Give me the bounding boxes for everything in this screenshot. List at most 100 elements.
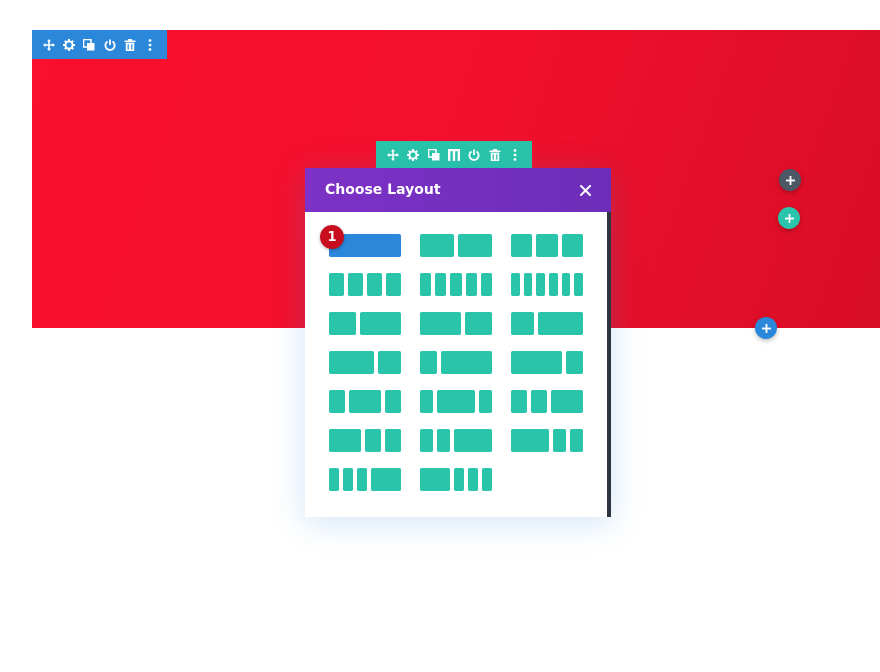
layout-column [536, 234, 558, 257]
layout-column [357, 468, 367, 491]
layout-column [371, 468, 401, 491]
section-toolbar [32, 30, 167, 59]
layout-column [329, 351, 375, 374]
layout-column [511, 429, 550, 452]
layout-option-four-columns[interactable] [329, 273, 401, 296]
layout-column [511, 312, 534, 335]
layout-column [453, 429, 492, 452]
modal-title: Choose Layout [325, 182, 441, 198]
close-icon [579, 184, 591, 196]
layout-option-fifth-three-fifths-fifth[interactable] [420, 390, 492, 413]
layout-column [482, 468, 492, 491]
layout-column [420, 468, 450, 491]
close-button[interactable] [577, 182, 593, 198]
plus-icon [761, 323, 771, 333]
layout-column [420, 312, 461, 335]
layout-column [343, 468, 353, 491]
layout-column [436, 390, 476, 413]
layout-option-one-quarter-three-quarters[interactable] [420, 351, 492, 374]
more-options-icon[interactable] [508, 147, 523, 164]
columns-layout-icon[interactable] [446, 147, 461, 164]
layout-column [420, 273, 432, 296]
layout-column [420, 351, 437, 374]
layout-column [480, 273, 492, 296]
layout-column [464, 312, 492, 335]
layout-column [561, 273, 571, 296]
layout-column [531, 390, 547, 413]
layout-column [441, 351, 492, 374]
layout-column [385, 390, 401, 413]
add-row-button[interactable] [778, 207, 800, 229]
layout-option-three-columns[interactable] [511, 234, 583, 257]
layout-option-six-columns[interactable] [511, 273, 583, 296]
layout-column [548, 273, 558, 296]
layout-option-quarter-half-quarter[interactable] [329, 390, 401, 413]
layout-column [385, 429, 401, 452]
plus-icon [784, 213, 794, 223]
layout-option-half-sixth-sixth-sixth[interactable] [420, 468, 492, 491]
move-icon[interactable] [41, 36, 56, 53]
layout-column [511, 390, 527, 413]
modal-header: Choose Layout [305, 168, 611, 212]
layout-column [329, 312, 357, 335]
layout-column [436, 429, 450, 452]
layout-column [378, 351, 401, 374]
layout-column [570, 429, 583, 452]
duplicate-icon[interactable] [82, 36, 97, 53]
settings-icon[interactable] [405, 147, 420, 164]
layout-column [511, 273, 520, 296]
layout-option-five-columns[interactable] [420, 273, 492, 296]
settings-icon[interactable] [61, 36, 76, 53]
layout-column [537, 312, 583, 335]
modal-scrollbar[interactable] [607, 212, 611, 517]
toggle-power-icon[interactable] [467, 147, 482, 164]
more-options-icon[interactable] [143, 36, 158, 53]
delete-icon[interactable] [122, 36, 137, 53]
layout-column [329, 429, 361, 452]
layout-column [523, 273, 533, 296]
layout-column [329, 273, 344, 296]
layout-column [420, 390, 433, 413]
layout-option-three-quarters-one-quarter[interactable] [511, 351, 583, 374]
layout-column [420, 429, 433, 452]
layout-option-quarter-quarter-half-alt[interactable] [420, 429, 492, 452]
layout-column [329, 468, 339, 491]
layout-column [574, 273, 583, 296]
layout-column [536, 273, 545, 296]
layout-column [458, 234, 492, 257]
layout-option-sixth-sixth-sixth-half[interactable] [329, 468, 401, 491]
layout-option-three-fifths-two-fifths[interactable] [420, 312, 492, 335]
layout-column [367, 273, 382, 296]
toggle-power-icon[interactable] [102, 36, 117, 53]
layout-option-half-quarter-quarter[interactable] [329, 429, 401, 452]
add-section-button[interactable] [755, 317, 777, 339]
layout-column [566, 351, 583, 374]
layout-option-half-quarter-quarter-alt[interactable] [511, 429, 583, 452]
layout-column [365, 429, 381, 452]
layout-column [349, 390, 381, 413]
add-module-button[interactable] [779, 169, 801, 191]
layout-column [465, 273, 477, 296]
layout-option-two-thirds-one-third[interactable] [329, 351, 401, 374]
layout-column [360, 312, 401, 335]
layout-option-quarter-quarter-half[interactable] [511, 390, 583, 413]
layout-column [450, 273, 462, 296]
layout-column [329, 390, 345, 413]
layout-option-one-third-two-thirds[interactable] [511, 312, 583, 335]
step-badge: 1 [320, 225, 344, 249]
delete-icon[interactable] [487, 147, 502, 164]
move-icon[interactable] [385, 147, 400, 164]
layout-column [435, 273, 447, 296]
layout-column [420, 234, 454, 257]
layout-column [553, 429, 567, 452]
row-toolbar [376, 141, 532, 169]
layout-column [468, 468, 478, 491]
layout-column [479, 390, 492, 413]
layout-column [348, 273, 363, 296]
layout-option-two-columns[interactable] [420, 234, 492, 257]
layout-option-two-fifths-three-fifths[interactable] [329, 312, 401, 335]
layout-column [511, 351, 562, 374]
layout-column [454, 468, 464, 491]
layout-column [551, 390, 583, 413]
duplicate-icon[interactable] [426, 147, 441, 164]
